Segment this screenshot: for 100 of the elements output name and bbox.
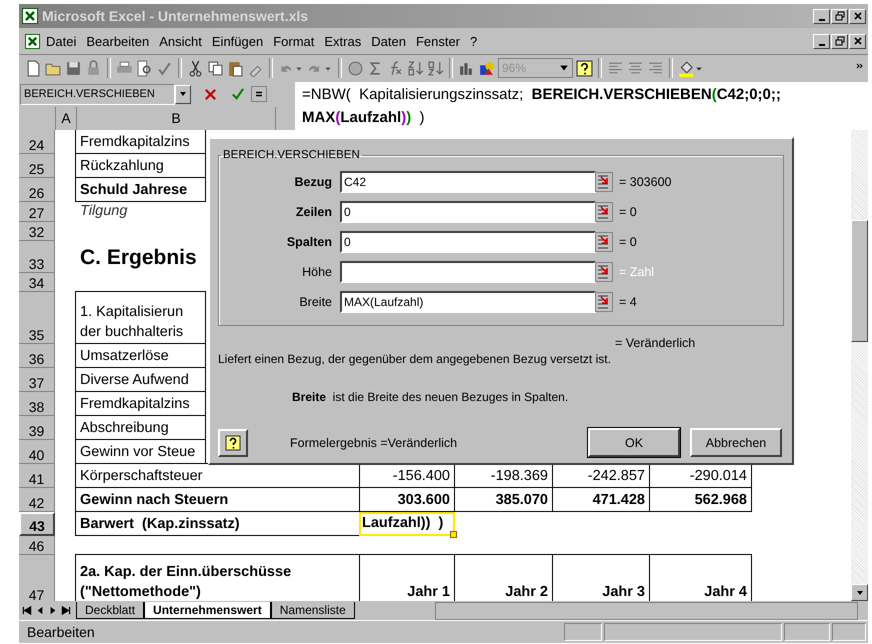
row-header[interactable]: 33 xyxy=(19,241,55,273)
row-header[interactable]: 41 xyxy=(19,464,55,488)
row-header[interactable]: 36 xyxy=(19,344,55,368)
table-cell: Diverse Aufwend xyxy=(75,367,206,392)
sheet-tab[interactable]: Deckblatt xyxy=(76,602,144,619)
window-title: Microsoft Excel - Unternehmenswert.xls xyxy=(42,8,308,24)
restore-button[interactable] xyxy=(831,34,848,48)
table-cell: 562.968 xyxy=(649,487,752,512)
row-header[interactable]: 47 xyxy=(19,555,55,601)
drawing-tools-icon[interactable] xyxy=(478,60,495,76)
row-header[interactable]: 46 xyxy=(19,536,55,555)
row-header[interactable]: 32 xyxy=(19,222,55,241)
menu-item[interactable]: ? xyxy=(470,34,478,48)
menu-item[interactable]: Ansicht xyxy=(159,34,202,48)
close-button[interactable] xyxy=(849,34,866,48)
scroll-down-button[interactable] xyxy=(851,584,868,601)
input-field[interactable]: C42 xyxy=(340,171,596,193)
menu-item[interactable]: Daten xyxy=(371,34,406,48)
sheet-tab[interactable]: Namensliste xyxy=(270,602,355,619)
sheet-tab[interactable]: Unternehmenswert xyxy=(144,602,271,619)
collapse-dialog-icon[interactable] xyxy=(595,201,613,223)
clipboard-icon[interactable] xyxy=(227,60,244,76)
column-header[interactable]: B xyxy=(77,107,276,130)
caret-icon xyxy=(179,90,187,98)
help-button[interactable] xyxy=(218,428,248,456)
field-label: Zeilen xyxy=(294,205,333,219)
table-cell: Fremdkapitalzins xyxy=(75,130,206,154)
workbook-icon[interactable] xyxy=(25,34,40,48)
field-label: Höhe xyxy=(301,265,333,279)
active-cell[interactable]: Laufzahl)) ) xyxy=(359,512,455,536)
scissors-icon[interactable] xyxy=(187,60,204,76)
menu-item[interactable]: Bearbeiten xyxy=(86,34,150,48)
menu-item[interactable]: Einfügen xyxy=(212,34,264,48)
cancel-icon[interactable] xyxy=(203,86,218,102)
row-header[interactable]: 35 xyxy=(19,292,55,344)
collapse-dialog-icon[interactable] xyxy=(595,261,613,283)
minimize-button[interactable] xyxy=(813,8,830,24)
input-field[interactable]: 0 xyxy=(340,201,596,223)
row-header[interactable]: 37 xyxy=(19,368,55,392)
copy-icon[interactable] xyxy=(207,60,224,76)
row-header[interactable]: 25 xyxy=(19,154,55,178)
status-panel xyxy=(832,623,866,641)
sort-descending-icon[interactable] xyxy=(427,60,444,76)
group-title: BEREICH.VERSCHIEBEN xyxy=(222,149,361,161)
menu-item[interactable]: Extras xyxy=(324,34,362,48)
print-preview-icon[interactable] xyxy=(136,60,153,76)
name-box[interactable]: BEREICH.VERSCHIEBEN xyxy=(20,84,175,104)
menu-item[interactable]: Datei xyxy=(46,34,76,48)
row-header[interactable]: 34 xyxy=(19,273,55,292)
field-label: Bezug xyxy=(294,175,333,189)
table-cell: Gewinn vor Steue xyxy=(75,439,206,464)
minimize-icon xyxy=(818,18,824,20)
status-panel xyxy=(784,623,830,641)
row-header[interactable]: 24 xyxy=(19,130,55,154)
new-document-icon[interactable] xyxy=(25,60,42,76)
caret-icon xyxy=(856,588,864,596)
last-sheet-icon[interactable] xyxy=(60,604,72,617)
argument-result: = 0 xyxy=(619,235,637,249)
dropdown-button[interactable] xyxy=(175,84,191,104)
equals-icon[interactable] xyxy=(251,86,267,102)
vertical-scrollbar[interactable] xyxy=(851,130,868,601)
minimize-button[interactable] xyxy=(813,34,830,48)
help-icon[interactable] xyxy=(576,60,593,76)
collapse-dialog-icon[interactable] xyxy=(595,291,613,313)
row-header[interactable]: 26 xyxy=(19,178,55,202)
column-header[interactable]: A xyxy=(56,107,77,130)
row-header[interactable]: 42 xyxy=(19,488,55,512)
row-header[interactable]: 27 xyxy=(19,202,55,222)
close-icon xyxy=(852,11,862,21)
row-header[interactable]: 43 xyxy=(19,512,55,536)
caret-icon xyxy=(559,63,569,73)
argument-result: = Zahl xyxy=(619,265,654,279)
collapse-dialog-icon[interactable] xyxy=(595,171,613,193)
dialog-button[interactable]: OK xyxy=(588,428,680,457)
horizontal-scrollbar[interactable] xyxy=(434,602,858,620)
argument-result: = 303600 xyxy=(619,175,672,189)
table-cell: Abschreibung xyxy=(75,415,206,440)
fill-color-icon[interactable] xyxy=(678,60,704,76)
collapse-dialog-icon[interactable] xyxy=(595,231,613,253)
menu-item[interactable]: Fenster xyxy=(416,34,460,48)
dialog-button[interactable]: Abbrechen xyxy=(690,428,782,457)
row-header[interactable]: 40 xyxy=(19,440,55,464)
checkmark-icon[interactable] xyxy=(230,86,245,102)
restore-icon xyxy=(834,36,844,46)
input-field[interactable] xyxy=(340,261,596,283)
save-icon[interactable] xyxy=(65,60,82,76)
menu-item[interactable]: Format xyxy=(273,34,314,48)
table-cell-text: Tilgung xyxy=(79,202,128,221)
row-header[interactable]: 39 xyxy=(19,416,55,440)
restore-button[interactable] xyxy=(831,8,848,24)
sort-ascending-icon[interactable] xyxy=(407,60,424,76)
input-field[interactable]: 0 xyxy=(340,231,596,253)
first-sheet-icon[interactable] xyxy=(21,604,33,617)
table-cell: Rückzahlung xyxy=(75,153,206,178)
argument-description: Breite ist die Breite des neuen Bezuges in Spalten. xyxy=(292,390,570,404)
close-button[interactable] xyxy=(849,8,866,24)
row-header[interactable]: 38 xyxy=(19,392,55,416)
input-field[interactable]: MAX(Laufzahl) xyxy=(340,291,596,313)
minimize-icon xyxy=(818,44,824,46)
formula-field[interactable]: =NBW( Kapitalisierungszinssatz; BEREICH.VERSCHIEBEN(C42;0;0;; MAX(Laufzahl)) ) xyxy=(295,82,871,131)
